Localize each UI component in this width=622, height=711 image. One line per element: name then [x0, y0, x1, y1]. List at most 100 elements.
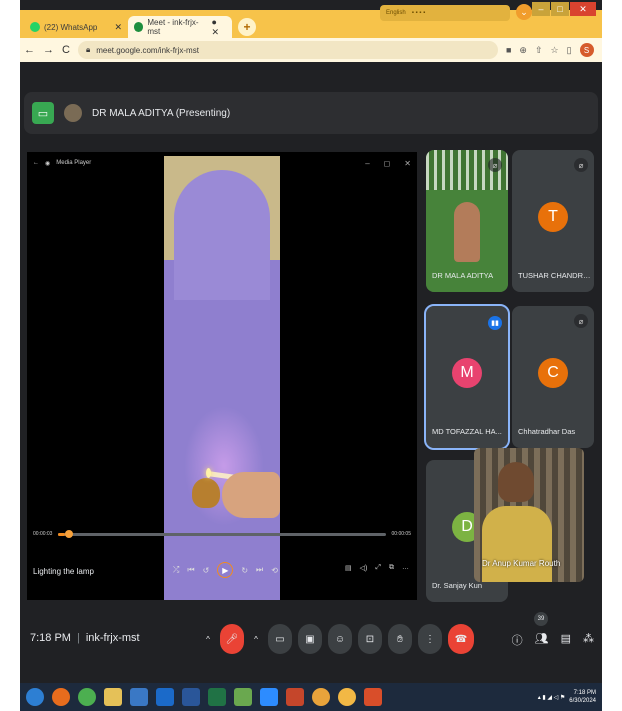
- language-tray[interactable]: English ▪ ▪ ▪ ▪: [380, 5, 510, 21]
- present-button[interactable]: ⊡: [358, 624, 382, 654]
- play-button[interactable]: ▶: [217, 562, 234, 578]
- internet-explorer-icon[interactable]: [156, 688, 174, 706]
- close-window-button[interactable]: ✕: [570, 2, 596, 16]
- presentation-icon[interactable]: ▭: [32, 102, 54, 124]
- reload-icon[interactable]: C: [62, 44, 70, 56]
- chrome-icon[interactable]: [312, 688, 330, 706]
- app-icon[interactable]: [78, 688, 96, 706]
- flame: [206, 468, 211, 478]
- fullscreen-icon[interactable]: ⤢: [375, 564, 381, 572]
- subtitles-icon[interactable]: ▤: [345, 564, 352, 572]
- avatar: M: [452, 358, 482, 388]
- excel-icon[interactable]: [208, 688, 226, 706]
- start-button[interactable]: [26, 688, 44, 706]
- tray-language: English: [386, 10, 406, 16]
- close-icon[interactable]: ✕: [404, 159, 411, 168]
- file-explorer-icon[interactable]: [104, 688, 122, 706]
- tray-icons[interactable]: ▴ ▮ ◢ ◁ ⚑: [538, 694, 566, 701]
- participant-name: TUSHAR CHANDRA...: [518, 271, 592, 280]
- camera-toggle-button[interactable]: ▭: [268, 624, 292, 654]
- video-caption: Lighting the lamp: [33, 566, 94, 576]
- bookmark-star-icon[interactable]: ☆: [550, 45, 558, 56]
- participant-tile[interactable]: ▮▮ M MD TOFAZZAL HA...: [424, 304, 510, 450]
- mic-toggle-button[interactable]: 🎤︎: [220, 624, 244, 654]
- close-icon[interactable]: ● ✕: [211, 17, 226, 38]
- more-options-button[interactable]: ⋮: [418, 624, 442, 654]
- mic-off-icon: ⌀: [574, 314, 588, 328]
- leave-call-button[interactable]: ☎: [448, 624, 474, 654]
- minimize-button[interactable]: –: [532, 2, 550, 16]
- camera-icon[interactable]: ■: [506, 45, 511, 55]
- minimize-icon[interactable]: –: [365, 159, 369, 168]
- volume-icon[interactable]: ◁): [360, 564, 368, 572]
- oil-lamp: [192, 478, 220, 508]
- repeat-icon[interactable]: ⟲: [271, 566, 278, 575]
- new-tab-button[interactable]: +: [238, 18, 256, 36]
- next-icon[interactable]: ⏭: [256, 565, 263, 575]
- media-player-title: Media Player: [56, 160, 92, 166]
- seek-bar[interactable]: [58, 529, 386, 538]
- zoom-icon[interactable]: ⊕: [519, 45, 527, 56]
- participant-tile[interactable]: ⌀ DR MALA ADITYA: [426, 150, 508, 292]
- avatar: C: [538, 358, 568, 388]
- more-icon[interactable]: …: [402, 564, 409, 572]
- back-icon[interactable]: ←: [24, 44, 35, 56]
- shared-screen: ← ◉ Media Player – ◻ ✕ 00:00:03 00:00:05: [27, 152, 417, 600]
- maximize-button[interactable]: □: [551, 2, 569, 16]
- emoji-button[interactable]: ☺: [328, 624, 352, 654]
- media-player-window-controls: – ◻ ✕: [365, 159, 411, 168]
- share-icon[interactable]: ⇧: [535, 45, 543, 56]
- participant-head: [498, 462, 534, 502]
- seek-knob[interactable]: [65, 529, 73, 538]
- participant-name: Dr Anup Kumar Routh: [482, 559, 561, 568]
- activities-icon[interactable]: ⁂: [583, 632, 594, 648]
- close-icon[interactable]: ✕: [114, 22, 122, 33]
- chrome-icon[interactable]: [338, 688, 356, 706]
- tab-meet[interactable]: Meet - ink-frjx-mst ● ✕: [128, 16, 232, 38]
- people-icon[interactable]: 👥︎: [535, 632, 549, 648]
- back-icon[interactable]: ←: [33, 160, 39, 166]
- windows-taskbar: ▴ ▮ ◢ ◁ ⚑ 7:18 PM 6/30/2024: [20, 683, 602, 711]
- forward-icon[interactable]: ↻: [241, 566, 248, 575]
- previous-icon[interactable]: ⏮: [187, 565, 194, 575]
- window-controls: – □ ✕: [532, 2, 596, 16]
- word-icon[interactable]: [182, 688, 200, 706]
- media-icon[interactable]: [130, 688, 148, 706]
- sidepanel-icon[interactable]: ▯: [567, 45, 572, 56]
- tab-whatsapp[interactable]: (22) WhatsApp ✕: [24, 16, 128, 38]
- tab-label: (22) WhatsApp: [44, 22, 98, 32]
- chat-icon[interactable]: ▤: [561, 632, 571, 648]
- profile-avatar[interactable]: S: [579, 43, 594, 57]
- lock-icon: 🔒︎: [85, 45, 91, 54]
- presenter-name: DR MALA ADITYA (Presenting): [92, 107, 231, 119]
- avatar: [64, 104, 82, 122]
- maximize-icon[interactable]: ◻: [384, 159, 391, 168]
- rewind-icon[interactable]: ↺: [203, 566, 210, 575]
- cast-icon[interactable]: ⧉: [389, 564, 394, 572]
- browser-window: (22) WhatsApp ✕ Meet - ink-frjx-mst ● ✕ …: [20, 0, 602, 711]
- app-icon[interactable]: [286, 688, 304, 706]
- paint-icon[interactable]: [234, 688, 252, 706]
- firefox-icon[interactable]: [52, 688, 70, 706]
- clock[interactable]: 7:18 PM 6/30/2024: [569, 689, 596, 705]
- raise-hand-button[interactable]: ✋︎: [388, 624, 412, 654]
- forward-icon[interactable]: →: [43, 44, 54, 56]
- participant-name: DR MALA ADITYA: [432, 271, 494, 280]
- meeting-info: 7:18 PM | ink-frjx-mst: [30, 632, 140, 644]
- video-options-icon[interactable]: ^: [250, 624, 262, 654]
- captions-button[interactable]: ▣: [298, 624, 322, 654]
- app-icon[interactable]: [364, 688, 382, 706]
- chrome-menu-icon[interactable]: ⌄: [516, 4, 532, 20]
- url-field[interactable]: 🔒︎ meet.google.com/ink-frjx-mst: [77, 41, 498, 59]
- side-controls: ⓘ 👥︎ ▤ ⁂: [512, 632, 594, 648]
- participant-tile[interactable]: ⌀ C Chhatradhar Das: [512, 306, 594, 448]
- speaking-indicator-icon: ▮▮: [488, 316, 502, 330]
- info-icon[interactable]: ⓘ: [512, 632, 523, 648]
- participant-tile[interactable]: ⌀ T TUSHAR CHANDRA...: [512, 150, 594, 292]
- zoom-icon[interactable]: [260, 688, 278, 706]
- avatar: T: [538, 202, 568, 232]
- participant-name: Dr. Sanjay Kun: [432, 581, 483, 590]
- audio-options-icon[interactable]: ^: [202, 624, 214, 654]
- participant-video-anup[interactable]: Dr Anup Kumar Routh: [474, 448, 584, 582]
- shuffle-icon[interactable]: ⤮: [173, 565, 179, 575]
